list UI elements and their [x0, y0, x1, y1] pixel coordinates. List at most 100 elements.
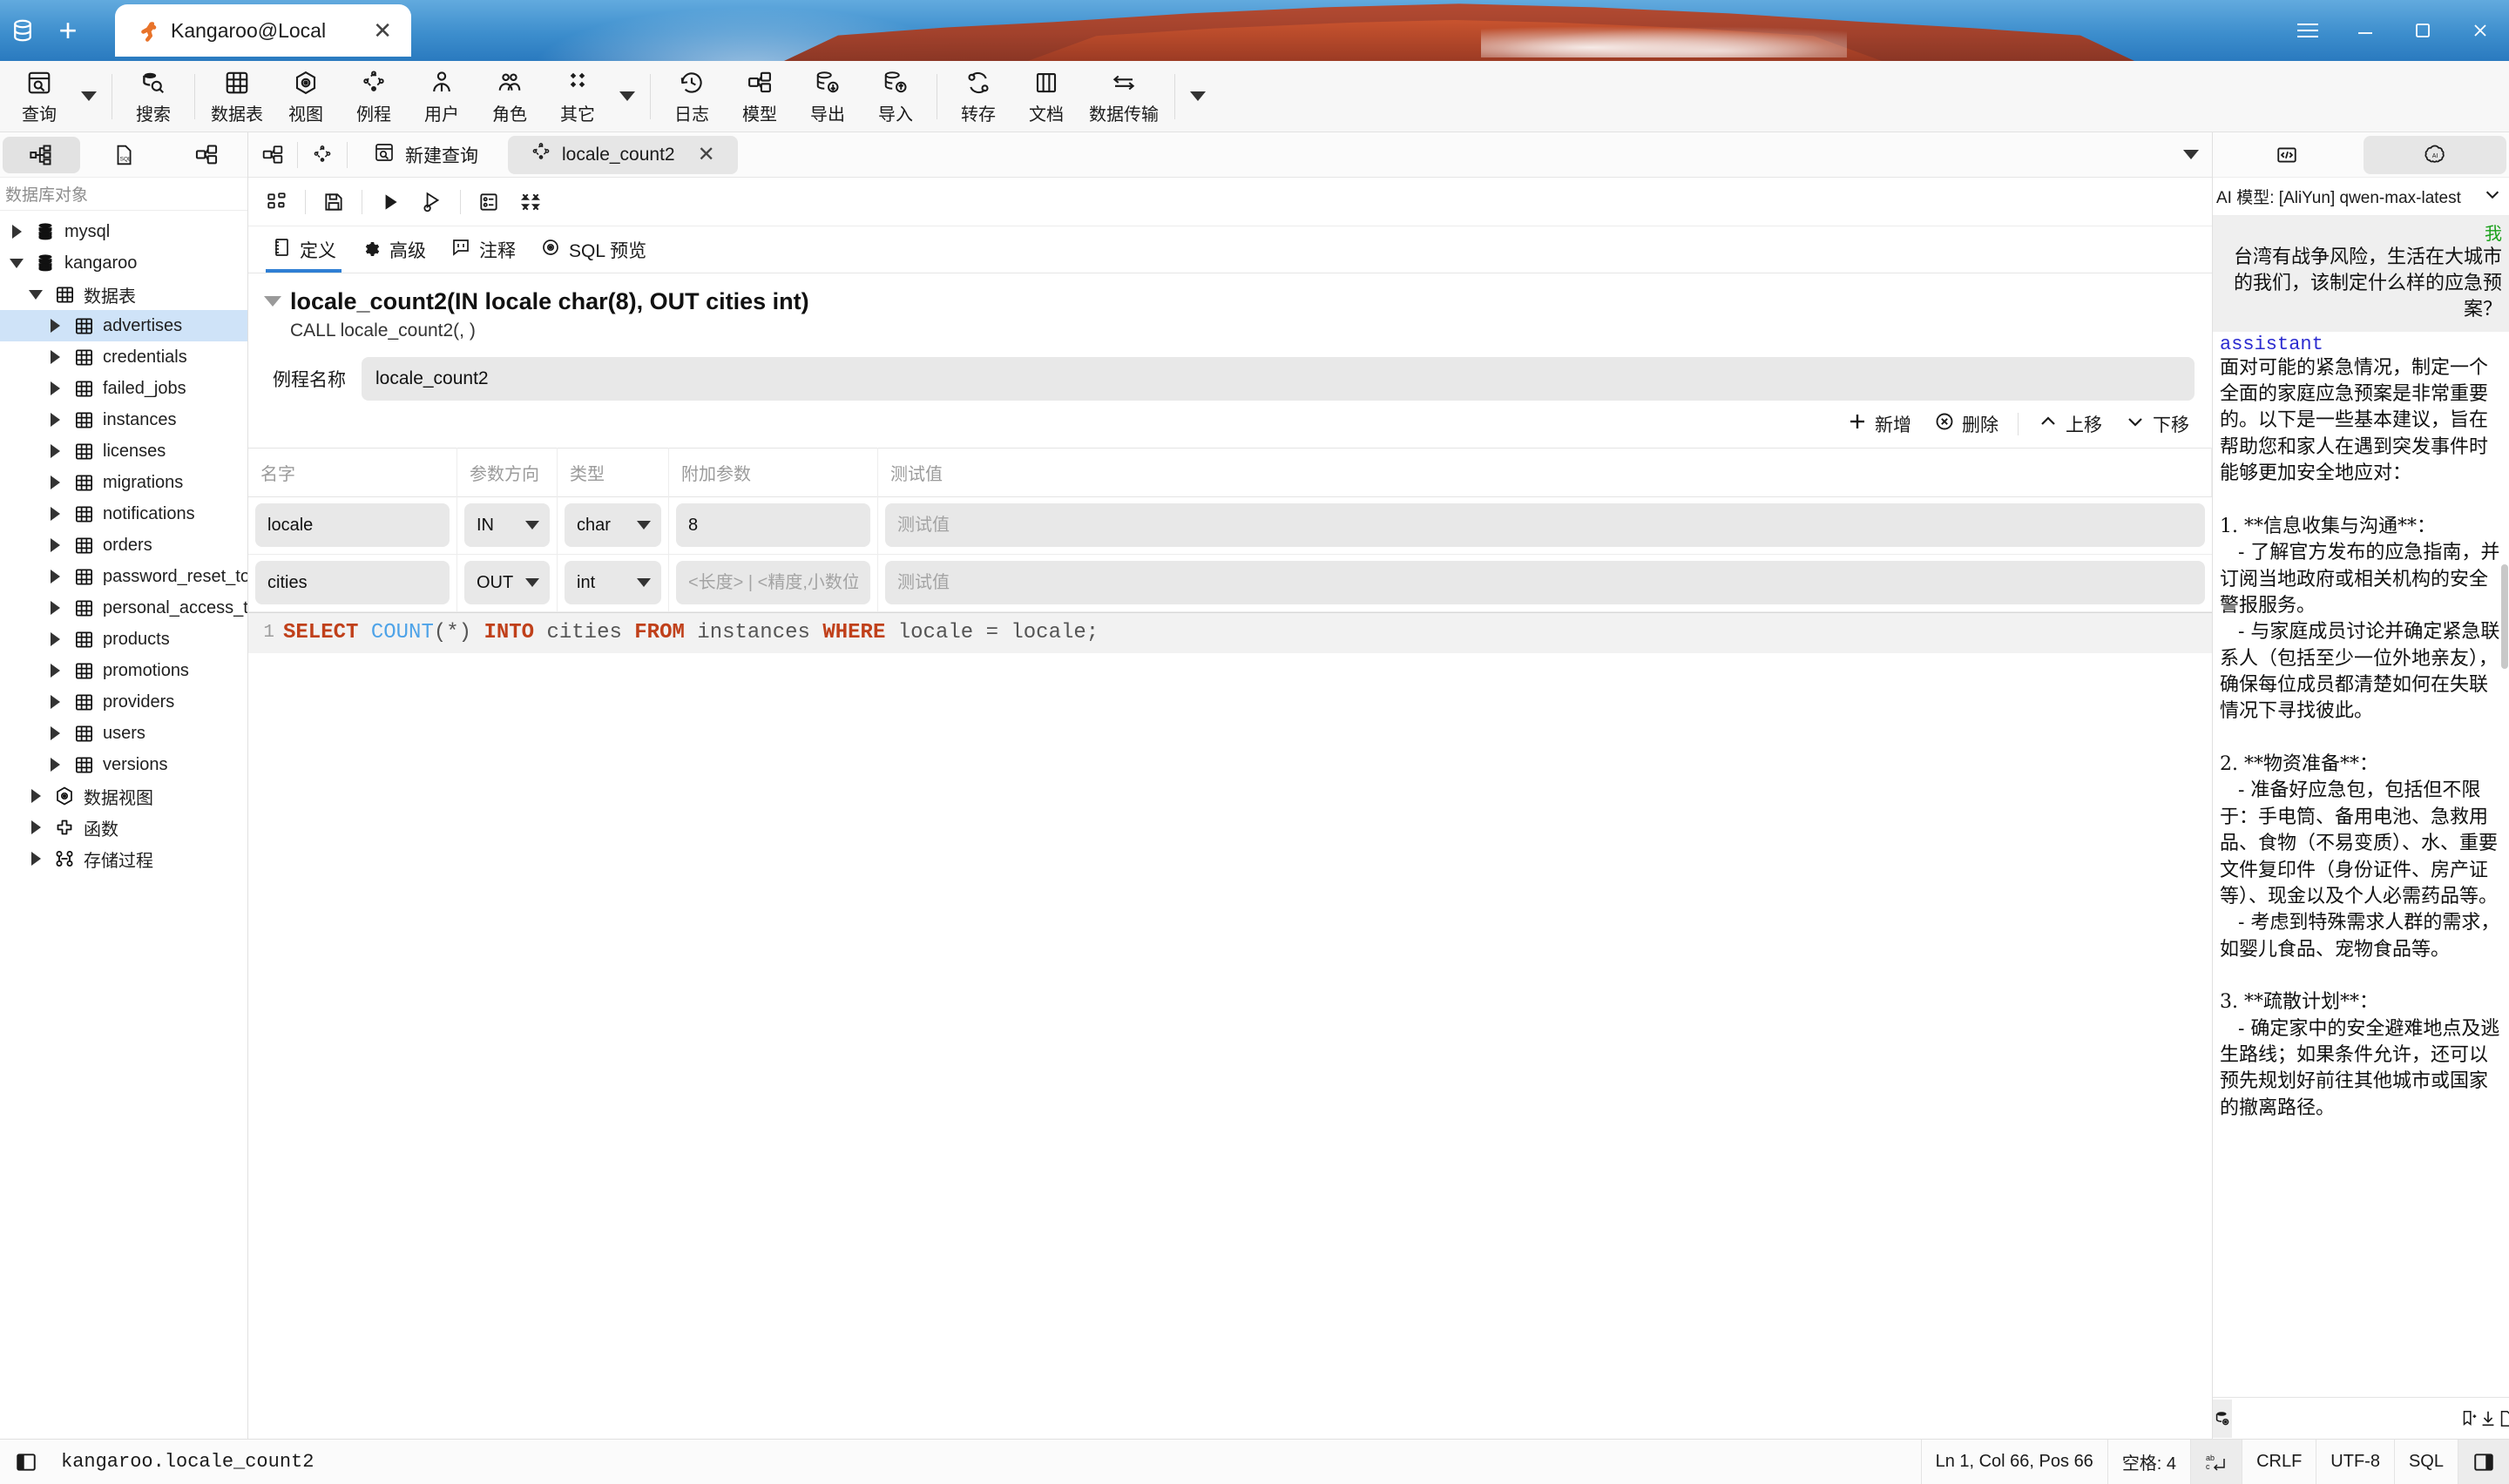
subtab-advanced[interactable]: 高级 [350, 227, 436, 273]
connections-icon[interactable] [0, 8, 45, 53]
chevron-right-icon[interactable] [45, 319, 64, 333]
left-panel-icon[interactable] [0, 1440, 52, 1484]
editor-tabs-overflow-caret[interactable] [2170, 132, 2212, 178]
new-tab-button[interactable]: + [45, 8, 91, 53]
chevron-right-icon[interactable] [45, 538, 64, 552]
toolbar-button-model[interactable]: 模型 [726, 64, 794, 130]
move-up-button[interactable]: 上移 [2027, 405, 2113, 443]
spellcheck-icon[interactable]: ab c [2190, 1439, 2242, 1484]
encoding[interactable]: UTF-8 [2316, 1439, 2394, 1484]
param-direction-select[interactable]: IN [464, 503, 550, 548]
download-icon[interactable] [2479, 1400, 2498, 1438]
chevron-right-icon[interactable] [45, 507, 64, 521]
run-icon[interactable] [370, 182, 410, 222]
tree-node[interactable]: promotions [0, 655, 247, 686]
chevron-right-icon[interactable] [45, 444, 64, 458]
maximize-icon[interactable] [2394, 0, 2452, 61]
param-type-select[interactable]: int [565, 561, 661, 605]
param-extra-input[interactable] [676, 561, 870, 605]
toolbar-button-tables[interactable]: 数据表 [202, 64, 272, 130]
chevron-down-icon[interactable] [2483, 185, 2502, 208]
close-icon[interactable]: ✕ [698, 142, 715, 167]
sql-body-editor[interactable]: 1 SELECT COUNT(*) INTO cities FROM insta… [248, 611, 2212, 1439]
param-direction-select[interactable]: OUT [464, 561, 550, 605]
toolbar-button-roles[interactable]: 角色 [476, 64, 544, 130]
editor-split-icon[interactable] [248, 132, 297, 178]
language-mode[interactable]: SQL [2393, 1439, 2458, 1484]
connection-tab[interactable]: Kangaroo@Local ✕ [115, 4, 411, 57]
toolbar-button-log[interactable]: 日志 [658, 64, 726, 130]
routine-tab-icon[interactable] [298, 132, 347, 178]
toolbar-button-other[interactable]: 其它 [544, 64, 612, 130]
param-extra-input[interactable] [676, 503, 870, 548]
tree-node[interactable]: orders [0, 530, 247, 561]
tree-node[interactable]: failed_jobs [0, 373, 247, 404]
tree-node[interactable]: 存储过程 [0, 843, 247, 874]
chevron-right-icon[interactable] [26, 820, 45, 834]
chevron-right-icon[interactable] [45, 632, 64, 646]
bookmark-add-icon[interactable] [2459, 1400, 2479, 1438]
routine-name-input[interactable] [362, 356, 2195, 401]
toolbar-button-users[interactable]: 用户 [408, 64, 476, 130]
chevron-right-icon[interactable] [45, 664, 64, 678]
tree-node[interactable]: products [0, 624, 247, 655]
right-panel-icon[interactable] [2458, 1439, 2509, 1484]
toolbar-button-import[interactable]: 导入 [862, 64, 930, 130]
tree-node[interactable]: providers [0, 686, 247, 718]
tree-node[interactable]: advertises [0, 310, 247, 341]
query-dropdown-caret[interactable] [73, 64, 105, 130]
chevron-down-icon[interactable] [7, 258, 26, 268]
param-name-input[interactable] [255, 503, 450, 548]
collapse-icon[interactable] [511, 182, 551, 222]
chevron-right-icon[interactable] [26, 852, 45, 866]
move-down-button[interactable]: 下移 [2114, 405, 2200, 443]
editor-tab-new-query[interactable]: 新建查询 [351, 136, 501, 174]
ai-prompt-input[interactable] [2232, 1399, 2459, 1438]
toolbar-button-routines[interactable]: 例程 [340, 64, 408, 130]
chevron-right-icon[interactable] [45, 476, 64, 489]
subtab-definition[interactable]: 定义 [260, 227, 347, 273]
hamburger-icon[interactable] [2279, 0, 2337, 61]
add-param-button[interactable]: 新增 [1836, 405, 1922, 443]
toolbar-button-search[interactable]: 搜索 [119, 64, 187, 130]
result-icon[interactable] [469, 182, 509, 222]
save-icon[interactable] [314, 182, 354, 222]
tree-node[interactable]: 数据视图 [0, 780, 247, 812]
sidebar-tab-model[interactable] [167, 137, 245, 173]
chevron-right-icon[interactable] [45, 350, 64, 364]
ai-model-selector[interactable]: AI 模型: [AliYun] qwen-max-latest [2213, 178, 2509, 216]
chevron-right-icon[interactable] [45, 601, 64, 615]
ai-tab-code[interactable] [2215, 136, 2358, 174]
other-dropdown-caret[interactable] [612, 64, 643, 130]
toolbar-button-transfer[interactable]: 数据传输 [1080, 64, 1167, 130]
chevron-down-icon[interactable] [26, 289, 45, 300]
tree-node[interactable]: versions [0, 749, 247, 780]
tree-node[interactable]: credentials [0, 341, 247, 373]
chevron-right-icon[interactable] [45, 381, 64, 395]
toolbar-button-export[interactable]: 导出 [794, 64, 862, 130]
toolbar-button-doc[interactable]: 文档 [1012, 64, 1080, 130]
tree-node[interactable]: migrations [0, 467, 247, 498]
minimize-icon[interactable] [2337, 0, 2394, 61]
run-config-icon[interactable] [412, 182, 452, 222]
subtab-comment[interactable]: 注释 [440, 227, 526, 273]
cursor-position[interactable]: Ln 1, Col 66, Pos 66 [1920, 1439, 2107, 1484]
sidebar-tab-objects[interactable] [3, 136, 80, 173]
param-name-input[interactable] [255, 561, 450, 605]
editor-tab-locale-count2[interactable]: locale_count2 ✕ [508, 135, 738, 174]
toolbar-button-query[interactable]: 查询 [5, 64, 73, 130]
close-icon[interactable]: ✕ [354, 17, 392, 44]
chevron-right-icon[interactable] [45, 570, 64, 583]
toolbar-button-views[interactable]: 视图 [272, 64, 340, 130]
db-context-icon[interactable] [2213, 1399, 2232, 1438]
param-test-input[interactable] [885, 503, 2205, 548]
tree-node[interactable]: 数据表 [0, 279, 247, 310]
structure-icon[interactable] [257, 182, 297, 222]
ai-chat-history[interactable]: 我 台湾有战争风险，生活在大城市的我们，该制定什么样的应急预案？ assista… [2213, 216, 2509, 1397]
tree-node[interactable]: notifications [0, 498, 247, 530]
new-chat-icon[interactable] [2498, 1400, 2509, 1438]
param-test-input[interactable] [885, 561, 2205, 605]
ai-tab-assistant[interactable]: AI [2364, 135, 2506, 174]
tree-node[interactable]: personal_access_tokens [0, 592, 247, 624]
chevron-right-icon[interactable] [45, 758, 64, 772]
